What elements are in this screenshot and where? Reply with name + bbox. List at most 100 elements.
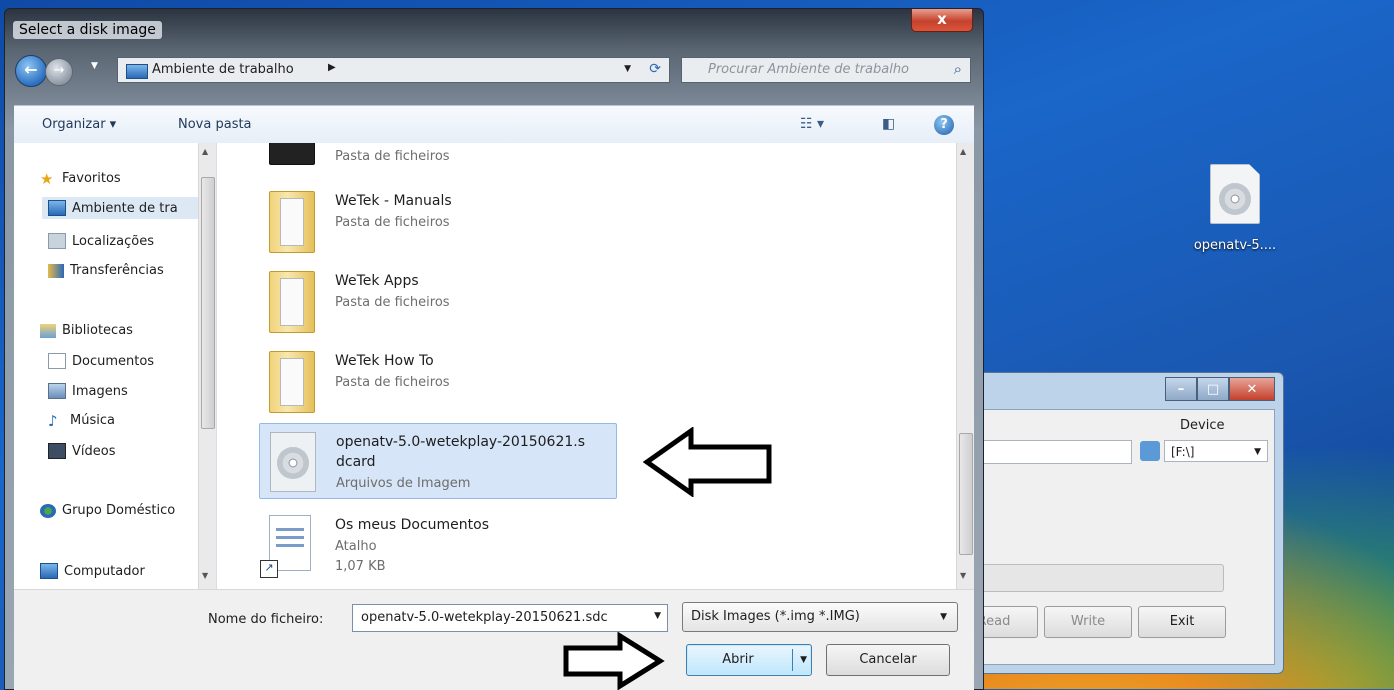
- nav-places[interactable]: Localizações: [48, 233, 154, 249]
- nav-scrollbar-thumb[interactable]: [201, 177, 215, 429]
- disk-image-icon: [270, 432, 316, 492]
- help-icon[interactable]: ?: [934, 115, 954, 135]
- folder-icon: [269, 191, 315, 253]
- nav-places-label: Localizações: [72, 233, 154, 249]
- nav-homegroup-label: Grupo Doméstico: [62, 503, 176, 518]
- forward-arrow-icon[interactable]: →: [45, 58, 73, 86]
- preview-pane-icon[interactable]: ◧: [882, 116, 895, 132]
- file-name: WeTek Apps: [335, 273, 419, 289]
- close-icon[interactable]: ✕: [1229, 377, 1275, 401]
- desktop-icon: [126, 64, 148, 79]
- open-button-label: Abrir: [722, 652, 754, 667]
- file-type: Pasta de ficheiros: [335, 215, 450, 230]
- disk-imager-window: – □ ✕ Device [F:\] ▼ Read Write Exit: [950, 372, 1284, 674]
- desktop-file-label: openatv-5....: [1193, 238, 1277, 253]
- nav-computer[interactable]: Computador: [40, 563, 145, 579]
- homegroup-icon: [40, 503, 56, 518]
- file-name: openatv-5.0-wetekplay-20150621.s: [336, 434, 586, 450]
- nav-documents[interactable]: Documentos: [48, 353, 154, 369]
- nav-videos[interactable]: Vídeos: [48, 443, 115, 459]
- list-item[interactable]: WeTek - Manuals Pasta de ficheiros: [259, 183, 615, 257]
- list-item[interactable]: Pasta de ficheiros: [259, 143, 615, 169]
- libraries-icon: [40, 323, 56, 338]
- address-bar[interactable]: Ambiente de trabalho ▶ ▼ ⟳: [117, 57, 670, 83]
- nav-computer-label: Computador: [64, 563, 145, 579]
- write-button[interactable]: Write: [1044, 606, 1132, 638]
- nav-homegroup[interactable]: Grupo Doméstico: [40, 503, 175, 518]
- command-bar: Organizar ▾ Nova pasta ☷ ▾ ◧ ?: [14, 105, 974, 144]
- file-name: WeTek How To: [335, 353, 434, 369]
- cancel-button[interactable]: Cancelar: [826, 644, 950, 676]
- disk-imager-client: Device [F:\] ▼ Read Write Exit: [950, 409, 1275, 665]
- file-list-scrollbar[interactable]: ▲ ▼: [956, 143, 974, 589]
- open-button[interactable]: Abrir ▼: [686, 644, 812, 676]
- scroll-down-icon[interactable]: ▼: [960, 571, 966, 580]
- annotation-arrow-left: [643, 427, 772, 497]
- documents-icon: [48, 353, 66, 369]
- file-type-filter[interactable]: Disk Images (*.img *.IMG) ▼: [682, 602, 958, 632]
- scroll-down-icon[interactable]: ▼: [202, 571, 208, 580]
- back-arrow-icon[interactable]: ←: [15, 55, 47, 87]
- filename-label: Nome do ficheiro:: [208, 612, 324, 627]
- nav-favorites[interactable]: ★ Favoritos: [40, 171, 121, 186]
- search-placeholder: Procurar Ambiente de trabalho: [708, 62, 910, 77]
- file-type: Pasta de ficheiros: [335, 375, 450, 390]
- window-caption-buttons: – □ ✕: [1165, 377, 1275, 401]
- file-size: 1,07 KB: [335, 559, 386, 574]
- desktop-icon: [48, 200, 66, 216]
- device-select[interactable]: [F:\] ▼: [1164, 440, 1268, 462]
- shortcut-arrow-icon: ↗: [260, 560, 278, 578]
- breadcrumb-chevron-icon[interactable]: ▶: [328, 62, 336, 73]
- scroll-up-icon[interactable]: ▲: [960, 147, 966, 156]
- search-box[interactable]: Procurar Ambiente de trabalho ⌕: [681, 57, 971, 83]
- image-path-input[interactable]: [960, 440, 1132, 464]
- dialog-title: Select a disk image: [13, 21, 162, 39]
- list-item-selected[interactable]: openatv-5.0-wetekplay-20150621.s dcard A…: [259, 423, 617, 499]
- list-item[interactable]: WeTek How To Pasta de ficheiros: [259, 343, 615, 417]
- places-icon: [48, 233, 66, 249]
- maximize-icon[interactable]: □: [1197, 377, 1229, 401]
- refresh-icon[interactable]: ⟳: [649, 61, 661, 77]
- nav-downloads[interactable]: Transferências: [48, 263, 164, 278]
- nav-desktop[interactable]: Ambiente de tra: [42, 197, 216, 219]
- minimize-icon[interactable]: –: [1165, 377, 1197, 401]
- view-options-icon[interactable]: ☷ ▾: [800, 116, 824, 132]
- desktop-file-icon[interactable]: openatv-5....: [1190, 164, 1280, 253]
- file-type: Pasta de ficheiros: [335, 295, 450, 310]
- list-item[interactable]: WeTek Apps Pasta de ficheiros: [259, 263, 615, 337]
- star-icon: ★: [40, 169, 54, 188]
- scroll-up-icon[interactable]: ▲: [202, 147, 208, 156]
- nav-music[interactable]: ♪ Música: [48, 413, 115, 428]
- device-label: Device: [1180, 418, 1225, 433]
- new-folder-button[interactable]: Nova pasta: [178, 117, 252, 132]
- chevron-down-icon[interactable]: ▼: [654, 611, 661, 621]
- list-item[interactable]: ↗ Os meus Documentos Atalho 1,07 KB: [259, 507, 615, 581]
- address-dropdown-icon[interactable]: ▼: [624, 64, 631, 74]
- file-name: WeTek - Manuals: [335, 193, 452, 209]
- file-list-scrollbar-thumb[interactable]: [959, 433, 973, 555]
- file-type: Atalho: [335, 539, 377, 554]
- file-name: Os meus Documentos: [335, 517, 490, 533]
- filename-input[interactable]: openatv-5.0-wetekplay-20150621.sdc ▼: [352, 604, 668, 632]
- chevron-down-icon: ▼: [1254, 447, 1261, 457]
- nav-images-label: Imagens: [72, 383, 128, 399]
- close-button[interactable]: x: [911, 9, 973, 32]
- nav-images[interactable]: Imagens: [48, 383, 128, 399]
- progress-bar: [960, 564, 1224, 592]
- documents-shortcut-icon: ↗: [260, 515, 311, 578]
- navigation-pane: ★ Favoritos Ambiente de tra Localizações…: [14, 143, 217, 589]
- breadcrumb-desktop[interactable]: Ambiente de trabalho: [152, 62, 294, 77]
- folder-browse-icon[interactable]: [1140, 441, 1160, 461]
- open-options-chevron-icon[interactable]: ▼: [800, 645, 807, 675]
- music-note-icon: ♪: [48, 411, 58, 430]
- organize-button[interactable]: Organizar ▾: [42, 117, 116, 132]
- nav-videos-label: Vídeos: [72, 443, 116, 459]
- chevron-down-icon: ▼: [940, 612, 947, 622]
- nav-scrollbar[interactable]: ▲ ▼: [198, 143, 216, 589]
- nav-libraries-label: Bibliotecas: [62, 323, 133, 338]
- annotation-arrow-right: [563, 632, 665, 690]
- recent-pages-chevron-icon[interactable]: ▼: [91, 61, 98, 71]
- exit-button[interactable]: Exit: [1138, 606, 1226, 638]
- folder-icon: [269, 143, 315, 165]
- nav-libraries[interactable]: Bibliotecas: [40, 323, 133, 338]
